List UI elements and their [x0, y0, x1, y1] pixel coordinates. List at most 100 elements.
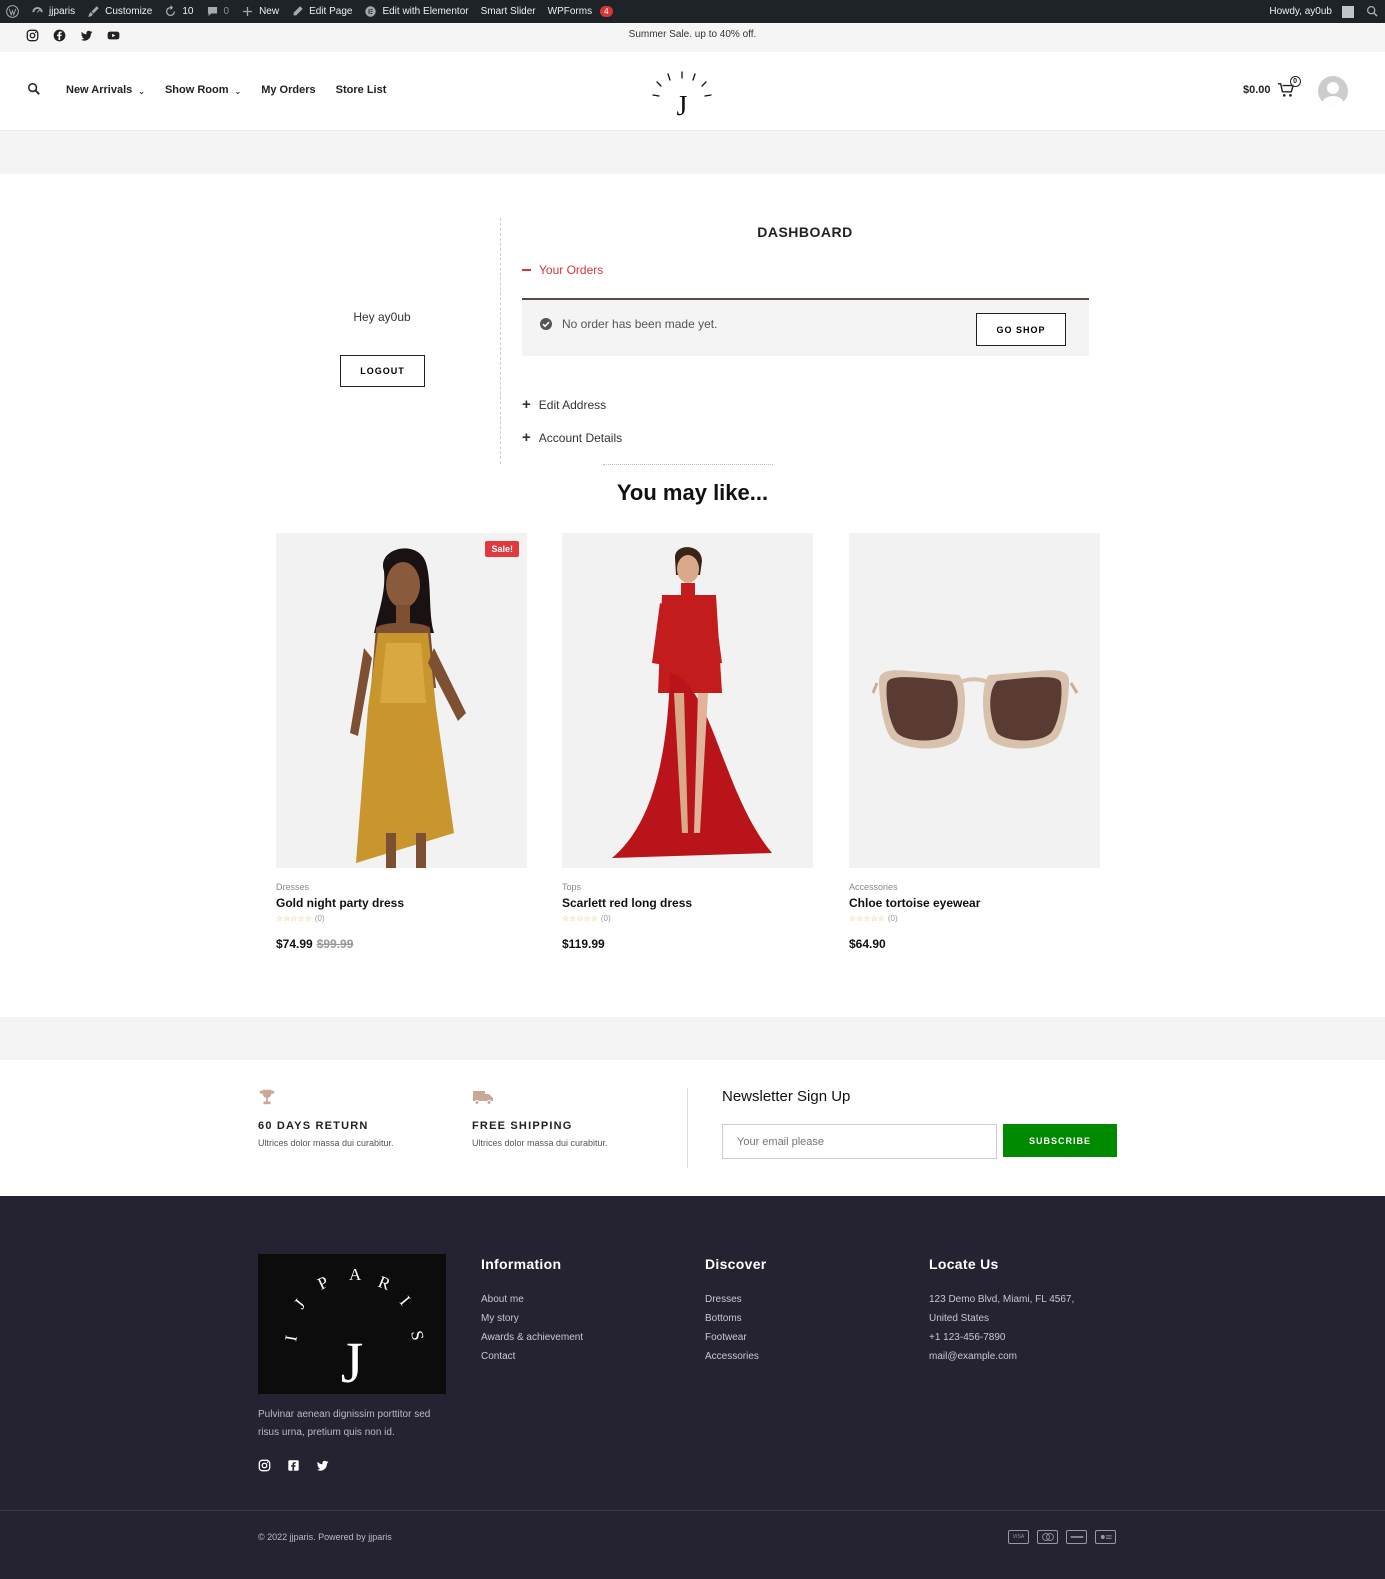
- edit-address-toggle[interactable]: + Edit Address: [522, 396, 607, 413]
- product-image[interactable]: Sale!: [276, 533, 527, 868]
- product-price: $64.90: [849, 937, 1100, 951]
- footer-link[interactable]: Footwear: [705, 1328, 767, 1347]
- svg-text:R: R: [376, 1272, 394, 1294]
- wordpress-logo-icon[interactable]: [0, 0, 25, 23]
- admin-elementor-link[interactable]: Edit with Elementor: [358, 0, 474, 23]
- logout-button[interactable]: LOGOUT: [340, 355, 425, 387]
- admin-account-link[interactable]: Howdy, ay0ub: [1263, 0, 1360, 23]
- admin-avatar: [1342, 5, 1354, 18]
- sale-badge: Sale!: [485, 541, 519, 557]
- footer-link[interactable]: Contact: [481, 1347, 583, 1366]
- nav-my-orders[interactable]: My Orders: [261, 84, 315, 96]
- admin-updates-link[interactable]: 10: [158, 0, 199, 23]
- admin-new-link[interactable]: New: [235, 0, 285, 23]
- instagram-icon[interactable]: [258, 1459, 271, 1477]
- rating-count: (0): [600, 914, 611, 923]
- nav-new-arrivals-label: New Arrivals: [66, 84, 133, 96]
- avatar[interactable]: [1318, 76, 1348, 106]
- site-logo[interactable]: J: [640, 58, 724, 124]
- product-name[interactable]: Scarlett red long dress: [562, 896, 813, 910]
- admin-edit-page-link[interactable]: Edit Page: [285, 0, 358, 23]
- product-name[interactable]: Gold night party dress: [276, 896, 527, 910]
- admin-elementor-label: Edit with Elementor: [382, 6, 469, 17]
- plus-icon: +: [522, 396, 531, 413]
- divider: [603, 464, 773, 465]
- cart-count: 0: [1289, 76, 1301, 87]
- mini-cart[interactable]: $0.00 0: [1243, 76, 1301, 98]
- footer-link[interactable]: Bottoms: [705, 1309, 767, 1328]
- footer-social: [258, 1459, 329, 1477]
- price-old: $99.99: [316, 937, 354, 951]
- brush-icon: [88, 6, 99, 17]
- product-name[interactable]: Chloe tortoise eyewear: [849, 896, 1100, 910]
- admin-search-icon[interactable]: [1360, 0, 1385, 23]
- footer-col-title: Discover: [705, 1256, 767, 1272]
- nav-show-room-label: Show Room: [164, 84, 229, 96]
- chevron-down-icon: ⌄: [234, 86, 242, 96]
- footer-link[interactable]: My story: [481, 1309, 583, 1328]
- product-category[interactable]: Accessories: [849, 882, 1100, 892]
- footer-address-line: United States: [929, 1313, 990, 1324]
- product-price: $74.99 $99.99: [276, 937, 527, 951]
- footer-link[interactable]: About me: [481, 1290, 583, 1309]
- nav-show-room[interactable]: Show Room ⌄: [165, 84, 241, 96]
- product-category[interactable]: Tops: [562, 882, 813, 892]
- cart-icon: 0: [1277, 76, 1301, 98]
- page-title: DASHBOARD: [757, 224, 853, 240]
- admin-site-name: jjparis: [49, 6, 76, 17]
- apple-pay-icon: [1095, 1530, 1116, 1544]
- feature-shipping: FREE SHIPPING Ultrices dolor massa dui c…: [472, 1088, 608, 1148]
- admin-wpforms-label: WPForms: [547, 6, 593, 17]
- plus-icon: [243, 6, 253, 17]
- admin-wpforms-link[interactable]: WPForms 4: [542, 0, 619, 23]
- product-rating: ☆☆☆☆☆ (0): [562, 914, 813, 923]
- admin-smart-slider-label: Smart Slider: [480, 6, 536, 17]
- account-details-toggle[interactable]: + Account Details: [522, 429, 622, 446]
- product-card[interactable]: Accessories Chloe tortoise eyewear ☆☆☆☆☆…: [849, 533, 1100, 951]
- admin-site-link[interactable]: jjparis: [25, 0, 81, 23]
- footer-phone[interactable]: +1 123-456-7890: [929, 1328, 1074, 1347]
- subscribe-button[interactable]: SUBSCRIBE: [1003, 1124, 1117, 1157]
- footer-logo[interactable]: I J P A R I S J: [258, 1254, 446, 1395]
- footer-address-line: 123 Demo Blvd, Miami, FL 4567,: [929, 1294, 1075, 1305]
- footer-link[interactable]: Dresses: [705, 1290, 767, 1309]
- facebook-icon[interactable]: [287, 1459, 300, 1477]
- footer-link[interactable]: Awards & achievement: [481, 1328, 583, 1347]
- svg-text:P: P: [315, 1272, 332, 1293]
- nav-store-list[interactable]: Store List: [336, 84, 387, 96]
- account-greeting: Hey ay0ub: [353, 310, 411, 324]
- product-card[interactable]: Tops Scarlett red long dress ☆☆☆☆☆ (0) $…: [562, 533, 813, 951]
- nav-my-orders-label: My Orders: [261, 84, 316, 96]
- visa-icon: VISA: [1008, 1530, 1029, 1544]
- section-band: [0, 1017, 1385, 1060]
- admin-comments-link[interactable]: 0: [200, 0, 236, 23]
- price-current: $119.99: [562, 937, 605, 951]
- product-image[interactable]: [849, 533, 1100, 868]
- go-shop-button[interactable]: GO SHOP: [976, 313, 1066, 346]
- product-image[interactable]: [562, 533, 813, 868]
- product-card[interactable]: Sale! Dresses Gold night party dress ☆☆☆…: [276, 533, 527, 951]
- admin-howdy: Howdy, ay0ub: [1269, 6, 1332, 17]
- admin-customize-label: Customize: [105, 6, 153, 17]
- product-category[interactable]: Dresses: [276, 882, 527, 892]
- rating-count: (0): [314, 914, 325, 923]
- plus-icon: +: [522, 429, 531, 446]
- edit-address-label: Edit Address: [538, 398, 607, 412]
- price-current: $74.99: [276, 937, 313, 951]
- footer-link[interactable]: Accessories: [705, 1347, 767, 1366]
- admin-new-label: New: [259, 6, 280, 17]
- site-footer: I J P A R I S J Pulvinar aenean dignissi…: [0, 1196, 1385, 1579]
- twitter-icon[interactable]: [316, 1459, 329, 1477]
- admin-customize-link[interactable]: Customize: [81, 0, 158, 23]
- admin-bar: jjparis Customize 10 0 New Edit Page Edi…: [0, 0, 1385, 23]
- email-field[interactable]: [722, 1124, 997, 1159]
- mastercard-icon: [1037, 1530, 1058, 1544]
- search-icon[interactable]: [27, 82, 43, 98]
- orders-section-toggle[interactable]: Your Orders: [522, 263, 603, 277]
- divider: [687, 1088, 688, 1168]
- admin-smart-slider-link[interactable]: Smart Slider: [475, 0, 542, 23]
- chevron-down-icon: ⌄: [138, 86, 145, 96]
- nav-new-arrivals[interactable]: New Arrivals ⌄: [66, 84, 145, 96]
- footer-email[interactable]: mail@example.com: [929, 1347, 1074, 1366]
- footer-discover: Discover Dresses Bottoms Footwear Access…: [705, 1256, 767, 1366]
